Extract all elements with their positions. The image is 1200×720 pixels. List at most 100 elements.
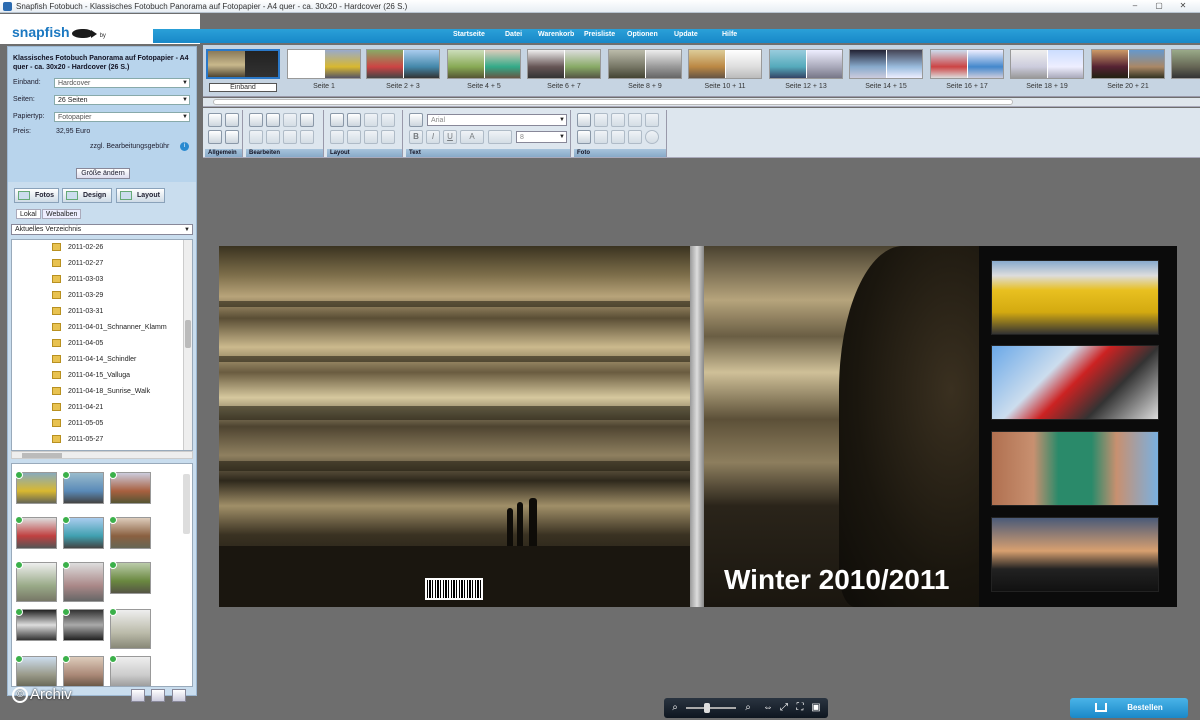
underline-button[interactable]: U bbox=[443, 130, 457, 144]
page-label-einband[interactable]: Einband bbox=[209, 83, 277, 92]
photo-thumb[interactable] bbox=[15, 471, 57, 504]
papiertyp-select[interactable]: Fotopapier ▼ bbox=[54, 112, 190, 122]
einband-select[interactable]: Hardcover ▼ bbox=[54, 78, 190, 88]
grid-scrollbar[interactable] bbox=[183, 474, 190, 534]
layout-add-icon[interactable] bbox=[330, 113, 344, 127]
page-label-16-17[interactable]: Seite 16 + 17 bbox=[932, 83, 1002, 90]
seiten-select[interactable]: 26 Seiten ▼ bbox=[54, 95, 190, 105]
photo-thumb[interactable] bbox=[15, 655, 57, 686]
page-thumb-8-9[interactable] bbox=[608, 49, 682, 79]
maximize-button[interactable]: ▢ bbox=[1148, 1, 1170, 11]
font-select[interactable]: Arial ▼ bbox=[427, 114, 567, 126]
page-thumb-16-17[interactable] bbox=[930, 49, 1004, 79]
tab-design[interactable]: Design bbox=[62, 188, 112, 203]
menu-update[interactable]: Update bbox=[674, 31, 698, 38]
menu-preisliste[interactable]: Preisliste bbox=[584, 31, 615, 38]
view-medium-icon[interactable] bbox=[151, 689, 165, 702]
menu-optionen[interactable]: Optionen bbox=[627, 31, 658, 38]
frame-icon[interactable] bbox=[577, 130, 591, 144]
page-thumb-10-11[interactable] bbox=[688, 49, 762, 79]
folder-item[interactable]: 2011-04-15_Valluga bbox=[52, 369, 130, 383]
page-label-4-5[interactable]: Seite 4 + 5 bbox=[449, 83, 519, 90]
photo-thumb[interactable] bbox=[15, 608, 57, 641]
folder-item[interactable]: 2011-04-18_Sunrise_Walk bbox=[52, 385, 150, 399]
photo-thumb[interactable] bbox=[62, 561, 104, 602]
menu-datei[interactable]: Datei bbox=[505, 31, 522, 38]
bold-button[interactable]: B bbox=[409, 130, 423, 144]
paste-icon[interactable] bbox=[266, 130, 280, 144]
zoom-slider-handle[interactable] bbox=[704, 703, 710, 713]
page-thumb-1[interactable] bbox=[287, 49, 361, 79]
tools-icon[interactable] bbox=[225, 130, 239, 144]
cover-photo-skiers[interactable] bbox=[991, 345, 1159, 420]
view-small-icon[interactable] bbox=[131, 689, 145, 702]
page-label-6-7[interactable]: Seite 6 + 7 bbox=[529, 83, 599, 90]
zoom-slider-track[interactable] bbox=[686, 707, 736, 709]
cover-photo-sunset[interactable] bbox=[991, 517, 1159, 592]
open-icon[interactable] bbox=[225, 113, 239, 127]
folder-item[interactable]: 2011-04-01_Schnanner_Klamm bbox=[52, 321, 167, 335]
cover-photo-car[interactable] bbox=[991, 260, 1159, 335]
page-thumb-12-13[interactable] bbox=[769, 49, 843, 79]
page-label-10-11[interactable]: Seite 10 + 11 bbox=[690, 83, 760, 90]
font-size-select[interactable]: 8 ▼ bbox=[516, 131, 567, 143]
folder-item[interactable]: 2011-05-27 bbox=[52, 433, 103, 447]
minimize-button[interactable]: – bbox=[1124, 1, 1146, 11]
folder-item[interactable]: 2011-03-29 bbox=[52, 289, 103, 303]
preview-icon[interactable]: ▣ bbox=[810, 702, 822, 714]
page-thumb-18-19[interactable] bbox=[1010, 49, 1084, 79]
folder-item[interactable]: 2011-02-27 bbox=[52, 257, 103, 271]
align-icon[interactable] bbox=[330, 130, 344, 144]
zoom-out-icon[interactable] bbox=[611, 113, 625, 127]
menu-warenkorb[interactable]: Warenkorb bbox=[538, 31, 574, 38]
group-icon[interactable] bbox=[364, 130, 378, 144]
page-strip-scrollbar[interactable] bbox=[203, 98, 1200, 107]
folder-item[interactable]: 2011-04-14_Schindler bbox=[52, 353, 136, 367]
folder-item[interactable]: 2011-04-05 bbox=[52, 337, 103, 351]
page-label-1[interactable]: Seite 1 bbox=[289, 83, 359, 90]
rotate-icon[interactable] bbox=[364, 113, 378, 127]
fill-color-button[interactable] bbox=[488, 130, 512, 144]
effects-icon[interactable] bbox=[628, 130, 642, 144]
photo-thumb[interactable] bbox=[109, 608, 151, 649]
enhance-icon[interactable] bbox=[645, 113, 659, 127]
page-thumb-4-5[interactable] bbox=[447, 49, 521, 79]
close-button[interactable]: ✕ bbox=[1172, 1, 1194, 11]
photo-add-icon[interactable] bbox=[577, 113, 591, 127]
page-thumb-2-3[interactable] bbox=[366, 49, 440, 79]
select-icon[interactable] bbox=[300, 130, 314, 144]
page-thumb-6-7[interactable] bbox=[527, 49, 601, 79]
scroll-thumb[interactable] bbox=[22, 453, 62, 458]
menu-startseite[interactable]: Startseite bbox=[453, 31, 485, 38]
photo-thumb[interactable] bbox=[15, 516, 57, 549]
folder-item[interactable]: 2011-04-21 bbox=[52, 401, 103, 415]
page-label-20-21[interactable]: Seite 20 + 21 bbox=[1093, 83, 1163, 90]
print-icon[interactable] bbox=[208, 130, 222, 144]
ungroup-icon[interactable] bbox=[381, 130, 395, 144]
info-icon[interactable]: i bbox=[180, 142, 189, 151]
view-large-icon[interactable] bbox=[172, 689, 186, 702]
italic-button[interactable]: I bbox=[426, 130, 440, 144]
arrange-icon[interactable] bbox=[347, 130, 361, 144]
photo-thumb[interactable] bbox=[109, 471, 151, 504]
text-add-icon[interactable] bbox=[409, 113, 423, 127]
scroll-thumb[interactable] bbox=[213, 99, 1013, 105]
globe-icon[interactable] bbox=[300, 113, 314, 127]
fullscreen-icon[interactable]: ⛶ bbox=[794, 702, 806, 714]
photo-thumb[interactable] bbox=[62, 608, 104, 641]
photo-thumb[interactable] bbox=[109, 561, 151, 594]
zoom-in-icon[interactable]: ⌕ bbox=[742, 702, 754, 714]
page-label-18-19[interactable]: Seite 18 + 19 bbox=[1012, 83, 1082, 90]
shadow-icon[interactable] bbox=[645, 130, 659, 144]
scroll-thumb[interactable] bbox=[185, 320, 191, 348]
delete-icon[interactable] bbox=[283, 130, 297, 144]
page-label-8-9[interactable]: Seite 8 + 9 bbox=[610, 83, 680, 90]
text-color-button[interactable]: A bbox=[460, 130, 484, 144]
zoom-out-icon[interactable]: ⌕ bbox=[669, 702, 681, 714]
folder-item[interactable]: 2011-03-03 bbox=[52, 273, 103, 287]
tab-fotos[interactable]: Fotos bbox=[14, 188, 59, 203]
page-label-2-3[interactable]: Seite 2 + 3 bbox=[368, 83, 438, 90]
tab-layout[interactable]: Layout bbox=[116, 188, 165, 203]
rotate-right-icon[interactable] bbox=[611, 130, 625, 144]
photo-thumb[interactable] bbox=[62, 655, 104, 686]
